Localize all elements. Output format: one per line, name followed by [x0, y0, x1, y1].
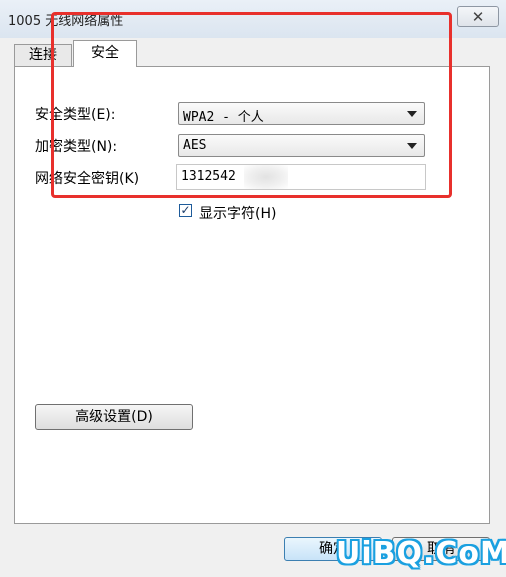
- tab-security-label: 安全: [91, 45, 119, 61]
- redaction-blur: [244, 165, 288, 189]
- security-type-value: WPA2 - 个人: [183, 110, 264, 125]
- network-key-label: 网络安全密钥(K): [35, 171, 140, 187]
- encryption-type-value: AES: [183, 138, 207, 153]
- checkmark-icon: ✓: [180, 203, 191, 217]
- close-button[interactable]: ✕: [457, 6, 499, 27]
- encryption-type-select[interactable]: AES: [178, 134, 425, 157]
- chevron-down-icon: [407, 143, 417, 149]
- tab-connection-label: 连接: [29, 47, 57, 63]
- chevron-down-icon: [407, 111, 417, 117]
- network-key-value: 1312542: [181, 169, 236, 184]
- security-type-label: 安全类型(E):: [35, 107, 116, 123]
- watermark-logo: UiBQ.CoM: [336, 536, 506, 571]
- tab-security[interactable]: 安全: [73, 40, 137, 67]
- network-key-input[interactable]: 1312542: [176, 164, 426, 190]
- close-icon: ✕: [471, 7, 485, 26]
- security-type-select[interactable]: WPA2 - 个人: [178, 102, 425, 125]
- advanced-settings-button[interactable]: 高级设置(D): [35, 404, 193, 430]
- tab-connection[interactable]: 连接: [14, 44, 72, 66]
- show-characters-checkbox[interactable]: ✓: [179, 204, 192, 217]
- title-bar: 1005 无线网络属性 ✕: [0, 0, 506, 38]
- show-characters-label: 显示字符(H): [199, 206, 277, 222]
- encryption-type-label: 加密类型(N):: [35, 139, 118, 155]
- window-title: 1005 无线网络属性: [8, 14, 124, 29]
